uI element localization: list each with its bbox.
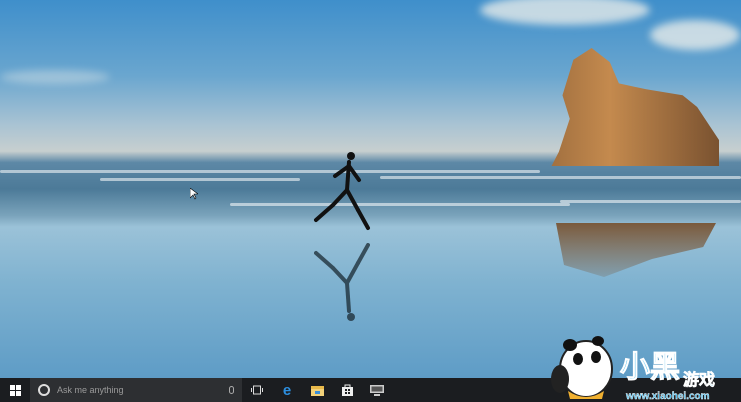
wave [380,176,741,179]
rock-reflection [556,223,716,277]
svg-text:www.xiaohei.com: www.xiaohei.com [625,391,710,402]
app-icon [370,384,384,396]
cloud [650,20,740,50]
app-button[interactable] [362,378,392,402]
store-button[interactable] [332,378,362,402]
file-explorer-icon [310,385,324,396]
store-icon [341,384,353,396]
windows-start-icon [9,384,21,396]
wave [0,170,540,173]
xiaohei-watermark-logo: 小黑 游戏 www.xiaohei.com [551,336,715,402]
wave [100,178,300,181]
runner-silhouette [314,152,370,230]
cloud [480,0,650,25]
microphone-icon[interactable] [229,386,234,394]
rock-formation [551,48,719,166]
file-explorer-button[interactable] [302,378,332,402]
task-view-icon [251,385,263,395]
cloud [0,70,110,84]
wave [230,203,570,206]
edge-icon: e [282,381,292,399]
svg-text:小黑: 小黑 [620,351,680,384]
search-placeholder: Ask me anything [57,385,124,395]
cortana-icon [38,384,50,396]
wave [560,200,741,203]
desktop-wallpaper [0,0,741,378]
task-view-button[interactable] [242,378,272,402]
edge-button[interactable]: e [272,378,302,402]
runner-reflection [314,243,370,321]
search-box[interactable]: Ask me anything [30,378,242,402]
mouse-cursor-icon [190,188,198,200]
svg-text:游戏: 游戏 [683,370,715,389]
start-button[interactable] [0,378,30,402]
